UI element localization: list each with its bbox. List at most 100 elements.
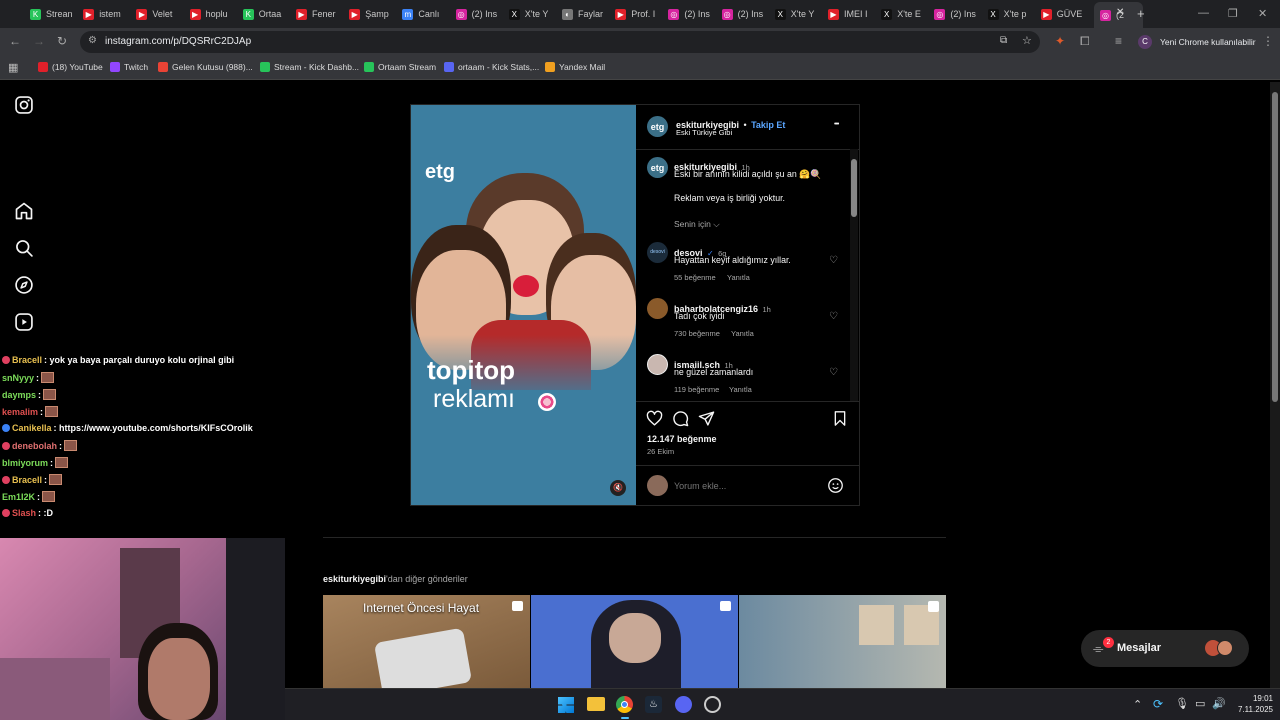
more-options-icon[interactable]: ••• <box>834 121 839 128</box>
address-bar[interactable]: ⚙ instagram.com/p/DQSRrC2DJAp ⧉ ☆ <box>80 31 1040 53</box>
volume-icon[interactable]: 🔊 <box>1212 697 1226 710</box>
reels-icon[interactable] <box>14 312 34 332</box>
file-explorer-icon[interactable] <box>587 697 605 711</box>
chrome-menu-icon[interactable]: ⋮ <box>1262 34 1274 48</box>
sync-icon[interactable]: ⟳ <box>1153 697 1163 711</box>
extensions-puzzle-icon[interactable]: ⧠ <box>1080 34 1090 49</box>
browser-tab[interactable]: ◎ (2) Ins <box>668 4 717 24</box>
reload-icon[interactable]: ↻ <box>57 34 67 48</box>
home-icon[interactable] <box>14 201 34 221</box>
bookmark-item[interactable]: Twitch <box>110 62 148 72</box>
follow-button[interactable]: Takip Et <box>751 120 785 130</box>
media-control-icon[interactable]: ≡ <box>1115 34 1122 48</box>
monitor-icon[interactable]: ▭ <box>1195 697 1205 710</box>
comment-input[interactable] <box>674 479 824 493</box>
browser-tab[interactable]: X X'te p <box>987 4 1037 24</box>
page-scrollbar[interactable] <box>1270 82 1280 720</box>
steam-icon[interactable]: ♨ <box>645 696 662 713</box>
browser-tab[interactable]: X X'te Y <box>774 4 824 24</box>
post-thumbnail[interactable] <box>531 595 738 690</box>
bookmark-item[interactable]: Yandex Mail <box>545 62 605 72</box>
close-tab-icon[interactable]: ✕ <box>1116 7 1124 18</box>
tab-favicon-icon: ▶ <box>296 8 307 20</box>
comment-likes[interactable]: 119 beğenme <box>674 385 719 394</box>
app-icon[interactable] <box>704 696 721 713</box>
emoji-icon[interactable] <box>827 477 844 494</box>
bookmark-star-icon[interactable]: ☆ <box>1022 34 1032 47</box>
comment-like-icon[interactable]: ♡ <box>829 255 838 266</box>
explore-icon[interactable] <box>14 275 34 295</box>
discord-icon[interactable] <box>675 696 692 713</box>
extension-icon[interactable]: ✦ <box>1055 34 1065 48</box>
bookmark-item[interactable]: ortaam - Kick Stats,... <box>444 62 539 72</box>
comment-like-icon[interactable]: ♡ <box>829 311 838 322</box>
comment-likes[interactable]: 55 beğenme <box>674 273 716 282</box>
save-icon[interactable] <box>832 410 848 427</box>
comments-scrollbar-thumb[interactable] <box>851 159 857 217</box>
reply-button[interactable]: Yanıtla <box>731 329 754 338</box>
back-icon[interactable]: ← <box>9 34 21 48</box>
install-app-icon[interactable]: ⧉ <box>1000 35 1007 46</box>
browser-tab[interactable]: K Ortaa <box>242 4 292 24</box>
browser-tab[interactable]: ◎ (2) Ins <box>934 4 983 24</box>
bookmark-item[interactable]: Ortaam Stream <box>364 62 436 72</box>
post-thumbnail[interactable]: Internet Öncesi Hayat <box>323 595 530 690</box>
messages-button[interactable]: ⌯ 2 Mesajlar <box>1081 630 1249 667</box>
instagram-logo-icon[interactable] <box>14 95 34 115</box>
reply-button[interactable]: Yanıtla <box>729 385 752 394</box>
browser-tab[interactable]: X X'te Y <box>508 4 558 24</box>
comment-avatar[interactable] <box>647 298 668 319</box>
browser-tab[interactable]: ◎ (2) Ins <box>455 4 505 24</box>
bookmark-item[interactable]: Gelen Kutusu (988)... <box>158 62 253 72</box>
browser-tab[interactable]: ▶ IMEI I <box>828 4 877 24</box>
like-count[interactable]: 12.147 beğenme <box>647 434 717 444</box>
browser-tab[interactable]: K Strean <box>30 4 79 24</box>
forward-icon[interactable]: → <box>33 34 45 48</box>
maximize-icon[interactable]: ❐ <box>1228 7 1238 20</box>
caption-avatar[interactable]: etg <box>647 157 668 178</box>
apps-grid-icon[interactable]: ▦ <box>8 61 18 74</box>
browser-tab[interactable]: ▶ hoplu <box>189 4 239 24</box>
profile-avatar[interactable]: C <box>1138 35 1152 49</box>
share-icon[interactable] <box>698 410 715 427</box>
browser-tab[interactable]: ◐ Faylar <box>562 4 611 24</box>
more-posts-username[interactable]: eskiturkiyegibi <box>323 574 386 584</box>
browser-tab[interactable]: ▶ Velet <box>136 4 185 24</box>
clock[interactable]: 19:01 7.11.2025 <box>1233 693 1273 715</box>
microphone-icon[interactable]: 🎙 <box>1175 697 1189 710</box>
browser-tab[interactable]: ▶ istem <box>83 4 132 24</box>
comment-icon[interactable] <box>672 410 689 427</box>
new-tab-button[interactable]: + <box>1137 6 1145 21</box>
reply-button[interactable]: Yanıtla <box>727 273 750 282</box>
browser-tab[interactable]: X X'te E <box>881 4 930 24</box>
browser-tab[interactable]: ▶ Prof. I <box>615 4 664 24</box>
bookmark-item[interactable]: Stream - Kick Dashb... <box>260 62 359 72</box>
chrome-icon[interactable] <box>616 696 633 713</box>
post-video[interactable]: etg topitop reklamı 🔇 <box>411 105 636 505</box>
post-thumbnail[interactable] <box>739 595 946 690</box>
browser-tab[interactable]: ▶ GÜVE <box>1040 4 1090 24</box>
start-icon[interactable] <box>558 697 574 713</box>
site-info-icon[interactable]: ⚙ <box>88 35 97 46</box>
comment-avatar[interactable] <box>647 354 668 375</box>
mute-icon[interactable]: 🔇 <box>610 480 626 496</box>
close-window-icon[interactable]: ✕ <box>1258 7 1267 20</box>
like-icon[interactable] <box>646 410 663 427</box>
minimize-icon[interactable]: — <box>1198 7 1209 19</box>
comment-likes[interactable]: 730 beğenme <box>674 329 720 338</box>
chrome-update-chip[interactable]: Yeni Chrome kullanılabilir <box>1160 33 1260 51</box>
bookmark-item[interactable]: (18) YouTube <box>38 62 103 72</box>
comments-scrollbar[interactable] <box>850 149 858 401</box>
browser-tab[interactable]: m Canlı <box>402 4 451 24</box>
comment-avatar[interactable]: desovi <box>647 242 668 263</box>
browser-tab[interactable]: ▶ Şamp <box>349 4 398 24</box>
browser-tab[interactable]: ◎ (2) Ins <box>721 4 771 24</box>
message-avatar <box>1217 640 1233 656</box>
comment-like-icon[interactable]: ♡ <box>829 367 838 378</box>
for-you-dropdown[interactable]: Senin için ⌵ <box>674 219 720 230</box>
author-avatar[interactable]: etg <box>647 116 668 137</box>
scrollbar-thumb[interactable] <box>1272 92 1278 402</box>
search-icon[interactable] <box>14 238 34 258</box>
tray-chevron-icon[interactable]: ⌃ <box>1133 698 1142 711</box>
browser-tab[interactable]: ▶ Fener <box>296 4 345 24</box>
